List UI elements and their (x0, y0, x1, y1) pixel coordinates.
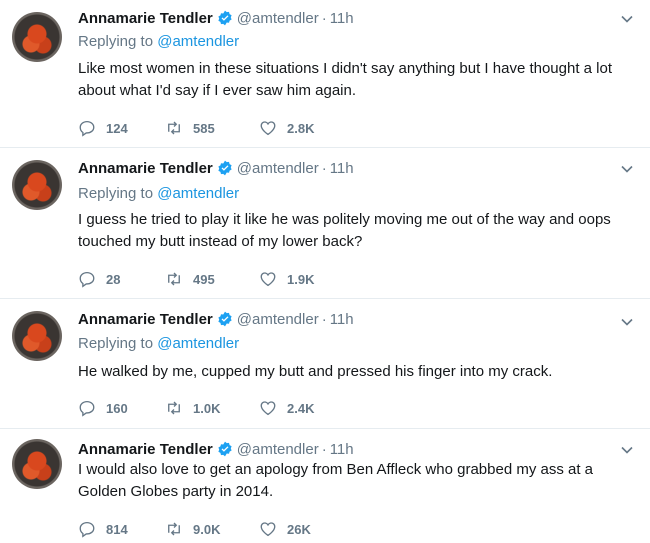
replying-to: Replying to @amtendler (78, 33, 239, 50)
tweet[interactable]: Annamarie Tendler @amtendler · 11h Reply… (0, 299, 650, 429)
heart-icon (260, 121, 276, 136)
handle[interactable]: @amtendler (237, 10, 319, 27)
tweet-text: I would also love to get an apology from… (78, 461, 594, 500)
tweet-text: Like most women in these situations I di… (78, 60, 613, 99)
retweet-count: 585 (193, 120, 215, 136)
tweet[interactable]: Annamarie Tendler @amtendler · 11h Reply… (0, 0, 650, 148)
reply-mention-link[interactable]: @amtendler (157, 185, 239, 202)
reply-button[interactable]: 28 (78, 269, 120, 289)
tweet-text: I guess he tried to play it like he was … (78, 211, 611, 250)
reply-mention-link[interactable]: @amtendler (157, 33, 239, 50)
like-count: 2.8K (287, 120, 315, 136)
display-name[interactable]: Annamarie Tendler (78, 311, 213, 328)
reply-button[interactable]: 814 (78, 519, 128, 539)
verified-badge-icon (218, 160, 232, 176)
separator: · (321, 9, 327, 27)
verified-badge-icon (218, 441, 232, 457)
reply-count: 160 (106, 400, 128, 416)
tweet-header: Annamarie Tendler @amtendler · 11h (78, 309, 354, 329)
timestamp[interactable]: 11h (330, 441, 354, 458)
retweet-count: 1.0K (193, 400, 221, 416)
tweet[interactable]: Annamarie Tendler @amtendler · 11h I wou… (0, 429, 650, 543)
replying-to: Replying to @amtendler (78, 335, 239, 352)
reply-icon (79, 400, 95, 417)
retweet-count: 495 (193, 271, 215, 287)
retweet-icon (168, 401, 180, 415)
like-count: 2.4K (287, 400, 315, 416)
display-name[interactable]: Annamarie Tendler (78, 160, 213, 177)
chevron-down-icon[interactable] (620, 12, 634, 26)
retweet-count: 9.0K (193, 521, 221, 537)
like-button[interactable]: 26K (259, 519, 311, 539)
chevron-down-icon[interactable] (620, 162, 634, 176)
reply-prefix: Replying to (78, 335, 154, 352)
tweet-text: He walked by me, cupped my butt and pres… (78, 363, 553, 380)
reply-count: 814 (106, 521, 128, 537)
like-count: 26K (287, 521, 311, 537)
like-button[interactable]: 2.4K (259, 398, 314, 418)
reply-button[interactable]: 160 (78, 398, 128, 418)
tweet-header: Annamarie Tendler @amtendler · 11h (78, 158, 354, 178)
retweet-icon (168, 121, 180, 135)
separator: · (321, 310, 327, 328)
retweet-button[interactable]: 585 (165, 118, 215, 138)
retweet-icon (168, 522, 180, 536)
like-button[interactable]: 2.8K (259, 118, 314, 138)
reply-icon (79, 120, 95, 137)
tweet[interactable]: Annamarie Tendler @amtendler · 11h Reply… (0, 148, 650, 299)
verified-badge-icon (218, 10, 232, 26)
timestamp[interactable]: 11h (330, 10, 354, 27)
like-button[interactable]: 1.9K (259, 269, 314, 289)
retweet-button[interactable]: 9.0K (165, 519, 220, 539)
retweet-icon (168, 272, 180, 286)
reply-mention-link[interactable]: @amtendler (157, 335, 239, 352)
separator: · (321, 440, 327, 458)
verified-badge-icon (218, 311, 232, 327)
reply-count: 124 (106, 120, 128, 136)
handle[interactable]: @amtendler (237, 441, 319, 458)
tweet-header: Annamarie Tendler @amtendler · 11h (78, 8, 354, 28)
handle[interactable]: @amtendler (237, 160, 319, 177)
display-name[interactable]: Annamarie Tendler (78, 10, 213, 27)
reply-icon (79, 521, 95, 538)
heart-icon (260, 272, 276, 287)
heart-icon (260, 522, 276, 537)
reply-count: 28 (106, 271, 121, 287)
avatar[interactable] (12, 311, 62, 361)
avatar[interactable] (12, 160, 62, 210)
reply-prefix: Replying to (78, 33, 154, 50)
display-name[interactable]: Annamarie Tendler (78, 441, 213, 458)
retweet-button[interactable]: 495 (165, 269, 215, 289)
heart-icon (260, 401, 276, 416)
tweet-header: Annamarie Tendler @amtendler · 11h (78, 439, 354, 459)
reply-button[interactable]: 124 (78, 118, 128, 138)
reply-prefix: Replying to (78, 185, 154, 202)
replying-to: Replying to @amtendler (78, 185, 239, 202)
handle[interactable]: @amtendler (237, 311, 319, 328)
timestamp[interactable]: 11h (330, 160, 354, 177)
chevron-down-icon[interactable] (620, 443, 634, 457)
reply-icon (79, 271, 95, 288)
chevron-down-icon[interactable] (620, 315, 634, 329)
avatar[interactable] (12, 439, 62, 489)
timestamp[interactable]: 11h (330, 311, 354, 328)
like-count: 1.9K (287, 271, 315, 287)
retweet-button[interactable]: 1.0K (165, 398, 220, 418)
avatar[interactable] (12, 12, 62, 62)
separator: · (321, 159, 327, 177)
